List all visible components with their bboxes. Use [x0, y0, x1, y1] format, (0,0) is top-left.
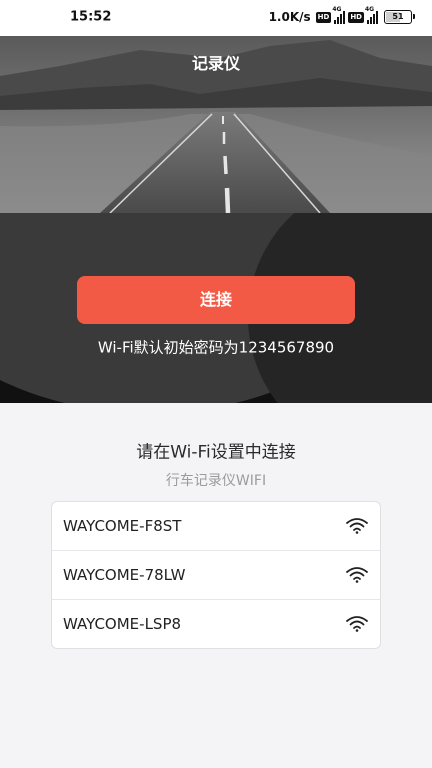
wifi-network-item[interactable]: WAYCOME-LSP8	[52, 600, 380, 648]
wifi-network-item[interactable]: WAYCOME-78LW	[52, 551, 380, 600]
wifi-icon	[346, 518, 368, 534]
network-speed: 1.0K/s	[268, 10, 311, 24]
signal-icon-2: 4G	[365, 6, 378, 24]
wifi-ssid: WAYCOME-F8ST	[63, 517, 182, 535]
hd-badge-2: HD	[348, 11, 364, 23]
status-bar: 15:52 1.0K/s HD 4G HD 4G 51	[0, 0, 432, 36]
wifi-network-list: WAYCOME-F8ST WAYCOME-78LW WAYCOME-LSP8	[51, 501, 381, 649]
wifi-settings-heading: 请在Wi-Fi设置中连接	[136, 442, 296, 463]
wifi-ssid: WAYCOME-LSP8	[63, 615, 182, 633]
wifi-ssid: WAYCOME-78LW	[63, 566, 186, 584]
status-indicators: 1.0K/s HD 4G HD 4G 51	[268, 6, 415, 24]
page-title: 记录仪	[191, 54, 240, 73]
wifi-icon	[346, 567, 368, 583]
battery-icon: 51	[384, 10, 415, 24]
network-type-2: 4G	[365, 6, 375, 13]
connect-button[interactable]: 连接	[77, 276, 355, 324]
hd-badge-1: HD	[315, 11, 332, 23]
wifi-network-item[interactable]: WAYCOME-F8ST	[52, 502, 380, 551]
network-type-1: 4G	[332, 6, 342, 13]
signal-icon-1: 4G	[332, 6, 346, 24]
status-time: 15:52	[70, 9, 112, 25]
battery-level: 51	[392, 12, 404, 21]
wifi-settings-subheading: 行车记录仪WIFI	[165, 473, 267, 489]
default-password-hint: Wi-Fi默认初始密码为1234567890	[97, 338, 335, 357]
wifi-icon	[346, 616, 368, 632]
